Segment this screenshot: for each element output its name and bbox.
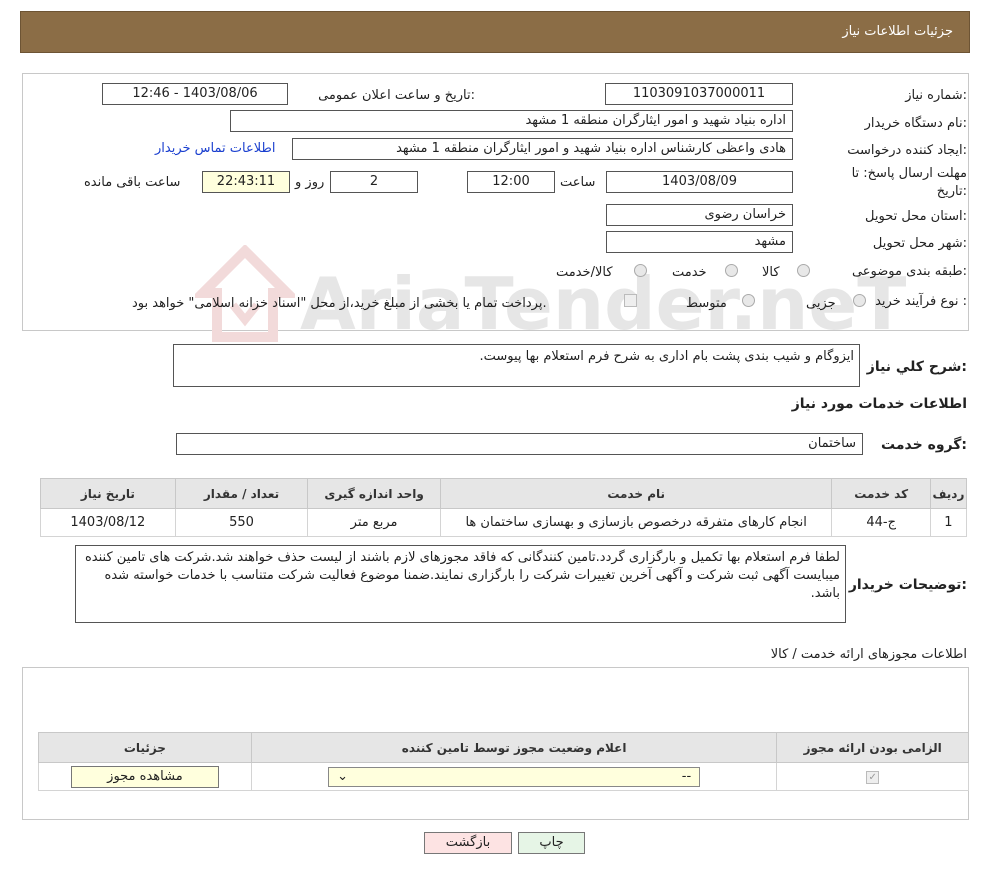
buyer-contact-link[interactable]: اطلاعات تماس خریدار xyxy=(155,141,275,156)
permits-section-title: اطلاعات مجوزهای ارائه خدمت / کالا xyxy=(770,647,967,662)
deadline-label-date: تاریخ: xyxy=(936,184,967,199)
remaining-label: ساعت باقی مانده xyxy=(84,175,181,190)
cell-quantity: 550 xyxy=(174,508,309,537)
summary-textarea[interactable]: ایزوگام و شیب بندی پشت بام اداری به شرح … xyxy=(173,344,860,387)
category-option-both: کالا/خدمت xyxy=(556,265,613,280)
permit-status-select[interactable]: ⌄ -- xyxy=(328,766,701,787)
purchase-radio-minor[interactable] xyxy=(853,294,866,307)
days-field: 2 xyxy=(330,171,418,193)
page-title: جزئیات اطلاعات نیاز xyxy=(842,24,953,39)
print-button[interactable]: چاپ xyxy=(518,832,585,854)
city-field: مشهد xyxy=(606,231,793,253)
treasury-checkbox[interactable] xyxy=(624,294,637,307)
remaining-time-field: 22:43:11 xyxy=(202,171,290,193)
summary-label: شرح کلي نياز: xyxy=(866,359,967,375)
col-date: تاریخ نیاز xyxy=(40,478,176,509)
permit-status-value: -- xyxy=(681,769,692,784)
service-group-label: گروه خدمت: xyxy=(881,437,967,453)
category-radio-goods[interactable] xyxy=(797,264,810,277)
need-number-field: 1103091037000011 xyxy=(605,83,793,105)
permit-required-checkbox[interactable]: ✓ xyxy=(866,771,880,784)
deadline-time-label: ساعت xyxy=(560,175,596,190)
buyer-notes-label: توضیحات خریدار: xyxy=(848,577,967,593)
deadline-label: مهلت ارسال پاسخ: تا xyxy=(851,166,967,181)
deadline-date-field: 1403/08/09 xyxy=(606,171,793,193)
creator-field: هادی واعظی کارشناس اداره بنیاد شهید و ام… xyxy=(292,138,793,160)
province-label: استان محل تحویل: xyxy=(865,209,967,224)
watermark-logo-icon xyxy=(190,243,300,345)
cell-name: انجام کارهای متفرقه درخصوص بازسازی و بهس… xyxy=(439,508,833,537)
col-unit: واحد اندازه گیری xyxy=(307,478,441,509)
buyer-org-field: اداره بنیاد شهید و امور ایثارگران منطقه … xyxy=(230,110,793,132)
announce-label: تاریخ و ساعت اعلان عمومی: xyxy=(318,88,475,103)
services-table-header: ردیف کد خدمت نام خدمت واحد اندازه گیری ت… xyxy=(40,478,968,509)
purchase-radio-medium[interactable] xyxy=(742,294,755,307)
buyer-org-label: نام دستگاه خریدار: xyxy=(864,116,967,131)
view-permit-button[interactable]: مشاهده مجوز xyxy=(70,765,219,788)
col-code: کد خدمت xyxy=(831,478,931,509)
cell-code: ج-44 xyxy=(831,508,931,537)
cell-row: 1 xyxy=(929,508,968,537)
cell-date: 1403/08/12 xyxy=(40,508,176,537)
back-button[interactable]: بازگشت xyxy=(424,832,512,854)
col-name: نام خدمت xyxy=(439,478,833,509)
category-radio-both[interactable] xyxy=(634,264,647,277)
services-table: ردیف کد خدمت نام خدمت واحد اندازه گیری ت… xyxy=(40,478,968,537)
creator-label: ایجاد کننده درخواست: xyxy=(847,143,967,158)
category-label: طبقه بندی موضوعی: xyxy=(851,264,967,279)
deadline-time-field: 12:00 xyxy=(467,171,555,193)
chevron-down-icon: ⌄ xyxy=(337,769,349,784)
province-field: خراسان رضوی xyxy=(606,204,793,226)
permits-table-header: الزامی بودن ارائه مجوز اعلام وضعیت مجوز … xyxy=(38,732,969,763)
category-radio-service[interactable] xyxy=(725,264,738,277)
col-permit-required: الزامی بودن ارائه مجوز xyxy=(776,732,969,763)
cell-permit-required: ✓ xyxy=(776,762,969,791)
announce-field: 1403/08/06 - 12:46 xyxy=(102,83,288,105)
cell-permit-status: ⌄ -- xyxy=(250,762,778,791)
category-option-service: خدمت xyxy=(672,265,707,280)
purchase-option-minor: جزیی xyxy=(806,296,836,311)
purchase-type-label: نوع فرآیند خرید : xyxy=(875,294,967,309)
col-quantity: تعداد / مقدار xyxy=(174,478,309,509)
cell-permit-details: مشاهده مجوز xyxy=(38,762,252,791)
col-row: ردیف xyxy=(929,478,968,509)
service-group-field: ساختمان xyxy=(176,433,863,455)
page-header: جزئیات اطلاعات نیاز xyxy=(20,11,970,53)
treasury-note: پرداخت تمام یا بخشی از مبلغ خرید،از محل … xyxy=(132,296,547,311)
city-label: شهر محل تحویل: xyxy=(872,236,967,251)
cell-unit: مربع متر xyxy=(307,508,441,537)
table-row: 1 ج-44 انجام کارهای متفرقه درخصوص بازساز… xyxy=(40,508,968,537)
days-label: روز و xyxy=(295,175,325,190)
services-section-title: اطلاعات خدمات مورد نیاز xyxy=(791,396,967,412)
purchase-option-medium: متوسط xyxy=(686,296,727,311)
table-row: ✓ ⌄ -- مشاهده مجوز xyxy=(38,762,969,791)
col-permit-details: جزئیات xyxy=(38,732,252,763)
need-number-label: شماره نیاز: xyxy=(905,88,967,103)
buyer-notes-textarea[interactable]: لطفا فرم استعلام بها تکمیل و بارگزاری گر… xyxy=(75,545,846,623)
col-permit-status: اعلام وضعیت مجوز توسط تامین کننده xyxy=(250,732,778,763)
category-option-goods: کالا xyxy=(762,265,780,280)
permits-table: الزامی بودن ارائه مجوز اعلام وضعیت مجوز … xyxy=(38,732,969,791)
